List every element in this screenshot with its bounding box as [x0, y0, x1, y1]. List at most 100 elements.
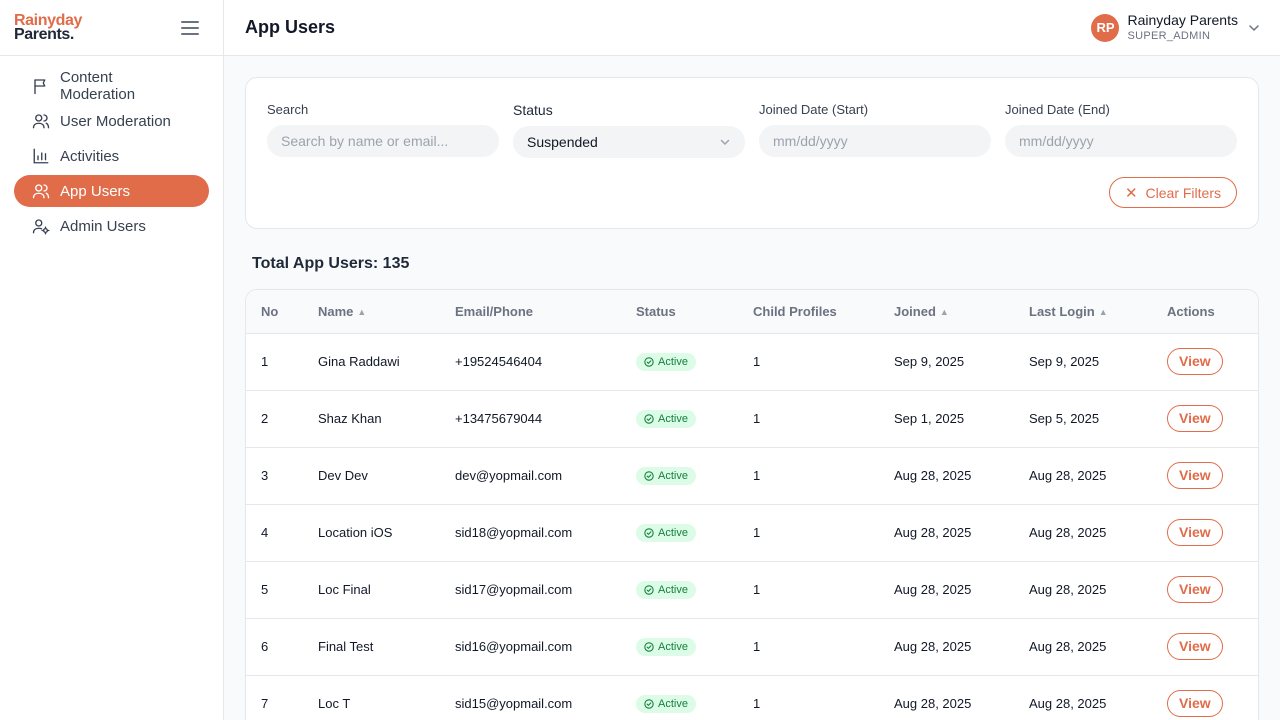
cell-last-login: Aug 28, 2025	[1029, 504, 1167, 562]
view-button[interactable]: View	[1167, 462, 1223, 489]
table-row: 7 Loc T sid15@yopmail.com Active 1 Aug 2…	[246, 675, 1258, 720]
check-circle-icon	[644, 413, 654, 424]
joined-start-placeholder: mm/dd/yyyy	[773, 133, 848, 149]
table-row: 2 Shaz Khan +13475679044 Active 1 Sep 1,…	[246, 390, 1258, 448]
cell-email-phone: sid18@yopmail.com	[455, 504, 636, 562]
cell-actions: View	[1167, 333, 1258, 391]
status-label: Status	[513, 102, 553, 118]
table-row: 1 Gina Raddawi +19524546404 Active 1 Sep…	[246, 333, 1258, 391]
cell-last-login: Sep 5, 2025	[1029, 390, 1167, 448]
column-header-child-profiles: Child Profiles	[753, 290, 894, 334]
clear-filters-label: Clear Filters	[1145, 184, 1221, 201]
cell-joined: Sep 1, 2025	[894, 390, 1029, 448]
cell-joined: Aug 28, 2025	[894, 675, 1029, 720]
filters-panel: Search Search by name or email... Status…	[245, 77, 1259, 229]
cell-last-login: Aug 28, 2025	[1029, 447, 1167, 505]
cell-child-profiles: 1	[753, 675, 894, 720]
clear-filters-button[interactable]: ✕ Clear Filters	[1108, 177, 1237, 208]
status-badge: Active	[636, 523, 696, 542]
logo[interactable]: Rainyday Parents.	[14, 12, 82, 42]
sidebar-item-label: Activities	[60, 147, 120, 165]
cell-name: Loc T	[318, 675, 455, 720]
status-badge-label: Active	[658, 583, 688, 596]
status-badge: Active	[636, 352, 696, 371]
view-button[interactable]: View	[1167, 405, 1223, 432]
cell-status: Active	[636, 675, 753, 720]
status-badge-label: Active	[658, 526, 688, 539]
sidebar-item-activities[interactable]: Activities	[14, 140, 209, 172]
users-icon	[32, 114, 50, 129]
check-circle-icon	[644, 641, 654, 652]
column-header-status: Status	[636, 290, 753, 334]
cell-actions: View	[1167, 675, 1258, 720]
search-label: Search	[267, 102, 309, 117]
joined-end-input[interactable]: mm/dd/yyyy	[1005, 125, 1237, 157]
column-header-name[interactable]: Name ▲	[318, 290, 455, 334]
sidebar-item-app-users[interactable]: App Users	[14, 175, 209, 207]
cell-joined: Aug 28, 2025	[894, 618, 1029, 676]
avatar: RP	[1091, 13, 1120, 42]
sidebar-item-label: User Moderation	[60, 112, 171, 130]
view-button[interactable]: View	[1167, 348, 1223, 375]
sort-asc-icon[interactable]: ▲	[357, 307, 366, 317]
sort-asc-icon[interactable]: ▲	[1099, 307, 1108, 317]
table-row: 4 Location iOS sid18@yopmail.com Active …	[246, 504, 1258, 562]
view-button[interactable]: View	[1167, 690, 1223, 717]
status-select-value: Suspended	[527, 134, 598, 150]
cell-status: Active	[636, 618, 753, 676]
joined-end-field: Joined Date (End) mm/dd/yyyy	[1005, 102, 1237, 157]
sidebar-item-label: Admin Users	[60, 217, 146, 235]
cell-no: 2	[246, 390, 318, 448]
cell-no: 5	[246, 561, 318, 619]
page-title: App Users	[245, 17, 336, 37]
sidebar-item-content-moderation[interactable]: Content Moderation	[14, 69, 209, 103]
status-badge: Active	[636, 466, 696, 485]
sidebar-item-label: App Users	[60, 182, 131, 200]
sidebar-item-admin-users[interactable]: Admin Users	[14, 210, 209, 242]
cell-status: Active	[636, 504, 753, 562]
joined-start-input[interactable]: mm/dd/yyyy	[759, 125, 991, 157]
user-menu[interactable]: RP Rainyday Parents SUPER_ADMIN	[1091, 12, 1260, 44]
cell-status: Active	[636, 333, 753, 391]
sidebar-nav: Content Moderation User Moderation Activ…	[0, 56, 223, 259]
cell-name: Location iOS	[318, 504, 455, 562]
view-button[interactable]: View	[1167, 633, 1223, 660]
column-header-joined[interactable]: Joined ▲	[894, 290, 1029, 334]
view-button[interactable]: View	[1167, 576, 1223, 603]
cell-email-phone: +19524546404	[455, 333, 636, 391]
flag-icon	[34, 79, 46, 95]
column-header-last-login[interactable]: Last Login ▲	[1029, 290, 1167, 334]
cell-email-phone: +13475679044	[455, 390, 636, 448]
user-cog-icon	[32, 219, 50, 235]
cell-child-profiles: 1	[753, 618, 894, 676]
cell-child-profiles: 1	[753, 561, 894, 619]
column-header-actions: Actions	[1167, 290, 1258, 334]
sidebar-item-user-moderation[interactable]: User Moderation	[14, 105, 209, 137]
cell-actions: View	[1167, 618, 1258, 676]
view-button[interactable]: View	[1167, 519, 1223, 546]
cell-no: 4	[246, 504, 318, 562]
cell-status: Active	[636, 390, 753, 448]
top-bar: App Users RP Rainyday Parents SUPER_ADMI…	[224, 0, 1280, 56]
status-select[interactable]: Suspended	[513, 126, 745, 158]
column-header-email: Email/Phone	[455, 290, 636, 334]
cell-actions: View	[1167, 390, 1258, 448]
chevron-down-icon	[720, 139, 730, 146]
cell-name: Shaz Khan	[318, 390, 455, 448]
search-input[interactable]: Search by name or email...	[267, 125, 499, 157]
check-circle-icon	[644, 584, 654, 595]
joined-end-label: Joined Date (End)	[1005, 102, 1110, 117]
cell-name: Dev Dev	[318, 447, 455, 505]
cell-status: Active	[636, 561, 753, 619]
menu-toggle-icon[interactable]	[181, 20, 199, 35]
table-row: 5 Loc Final sid17@yopmail.com Active 1 A…	[246, 561, 1258, 619]
cell-name: Final Test	[318, 618, 455, 676]
check-circle-icon	[644, 470, 654, 481]
cell-child-profiles: 1	[753, 390, 894, 448]
cell-child-profiles: 1	[753, 504, 894, 562]
bar-chart-icon	[33, 148, 49, 164]
cell-child-profiles: 1	[753, 447, 894, 505]
status-badge: Active	[636, 409, 696, 428]
cell-name: Gina Raddawi	[318, 333, 455, 391]
sort-asc-icon[interactable]: ▲	[940, 307, 949, 317]
